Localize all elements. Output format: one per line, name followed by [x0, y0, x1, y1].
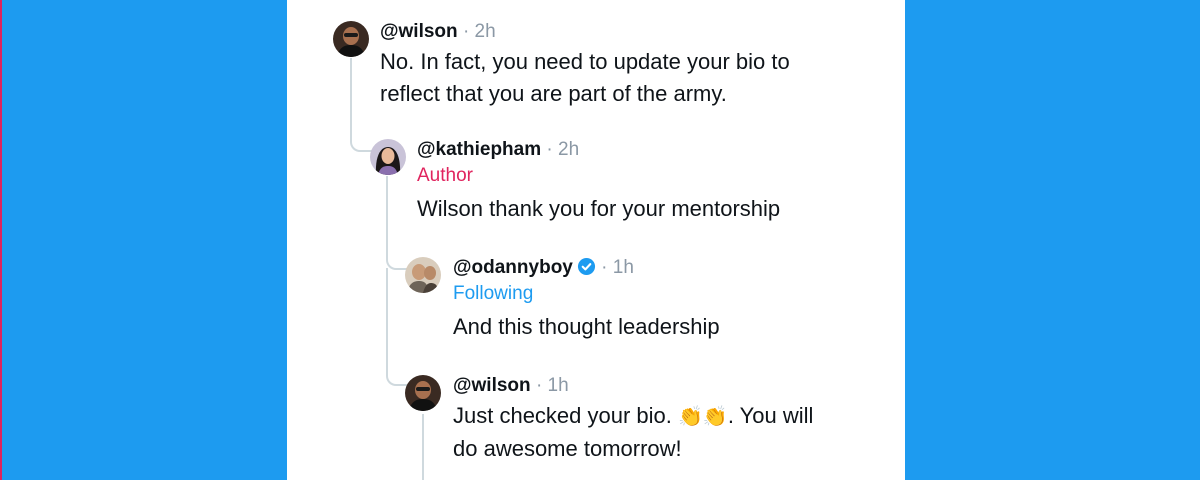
comment-text-line: do awesome tomorrow! [453, 436, 682, 461]
comment-header: @odannyboy · 1h [453, 257, 634, 282]
timestamp[interactable]: 1h [548, 375, 569, 396]
comment-text: Just checked your bio. 👏👏. You will do a… [453, 400, 873, 465]
username-link[interactable]: @odannyboy [453, 257, 573, 278]
clapping-hands-emoji: 👏👏 [678, 406, 728, 428]
timestamp[interactable]: 2h [475, 21, 496, 42]
odannyboy-avatar[interactable] [405, 257, 441, 293]
comment-text-line: Just checked your bio. 👏👏. You will [453, 400, 873, 433]
comment-text-line: No. In fact, you need to update your bio… [380, 49, 790, 74]
edge-accent [0, 0, 2, 480]
thread-line-2b [386, 268, 388, 368]
comment-header: @wilson · 2h [380, 21, 496, 43]
thread-line-1 [350, 58, 352, 138]
comment-text: Wilson thank you for your mentorship [417, 196, 781, 221]
timestamp[interactable]: 2h [558, 139, 579, 160]
wilson-avatar[interactable] [405, 375, 441, 411]
author-badge: Author [417, 165, 473, 186]
comment-thread-card: @wilson · 2h No. In fact, you need to up… [287, 0, 905, 480]
separator: · [546, 139, 553, 160]
username-link[interactable]: @wilson [380, 21, 458, 42]
thread-elbow-2 [386, 248, 408, 270]
thread-line-2 [386, 176, 388, 256]
comment-text-part: Just checked your bio. [453, 403, 679, 428]
separator: · [535, 375, 543, 396]
thread-elbow-1 [350, 130, 372, 152]
comment-text: No. In fact, you need to update your bio… [380, 46, 880, 110]
username-link[interactable]: @wilson [453, 375, 531, 396]
kathiepham-avatar[interactable] [370, 139, 406, 175]
comment-text: And this thought leadership [453, 314, 720, 339]
screenshot-stage: @wilson · 2h No. In fact, you need to up… [0, 0, 1200, 480]
separator: · [601, 257, 608, 278]
thread-elbow-3 [386, 364, 408, 386]
comment-text-part: . You will [727, 403, 814, 428]
timestamp[interactable]: 1h [613, 257, 634, 278]
thread-line-3 [422, 414, 424, 480]
separator: · [462, 21, 470, 42]
wilson-avatar[interactable] [333, 21, 369, 57]
username-link[interactable]: @kathiepham [417, 139, 541, 160]
comment-header: @wilson · 1h [453, 375, 569, 397]
following-badge: Following [453, 283, 534, 304]
comment-text-line: reflect that you are part of the army. [380, 81, 727, 106]
verified-badge-icon [577, 257, 596, 282]
comment-header: @kathiepham · 2h [417, 139, 579, 161]
